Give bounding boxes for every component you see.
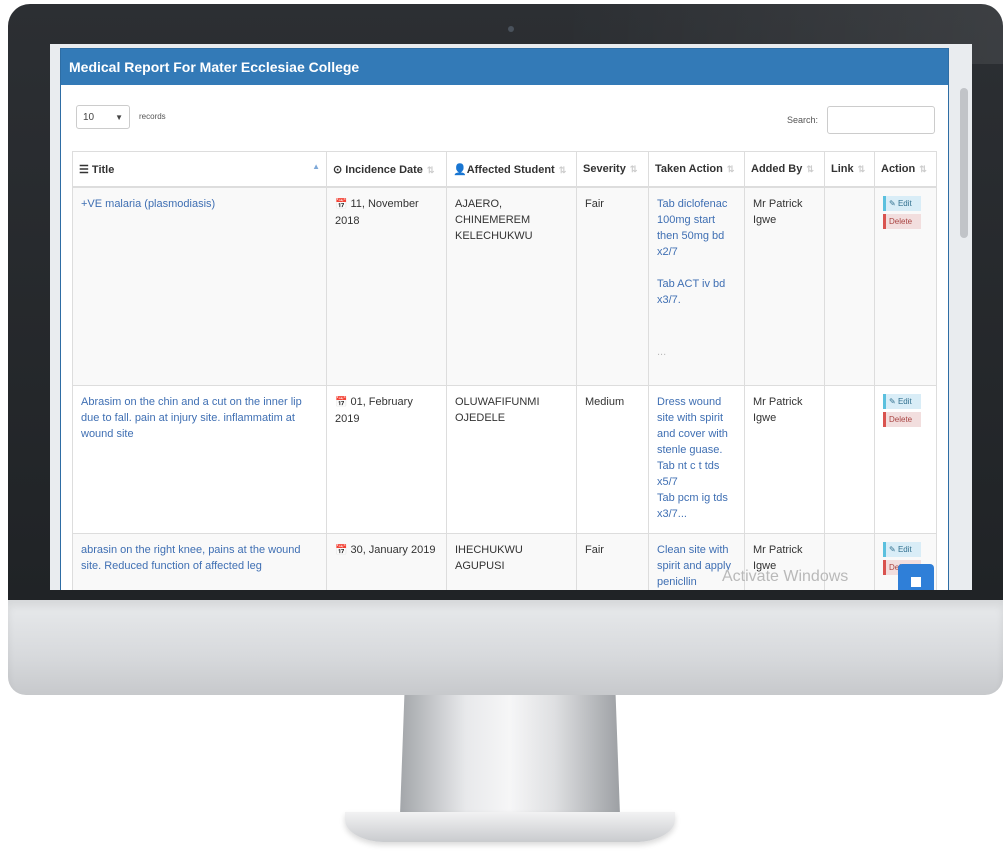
cell-title: +VE malaria (plasmodiasis)	[72, 186, 327, 386]
table-controls: 10 ▼ records Search:	[61, 85, 948, 147]
table-header-row: ☰ Title ▲ ⊙ Incidence Date ⇅ 👤Affected Stu…	[72, 151, 937, 188]
delete-button[interactable]: Delete	[883, 411, 921, 427]
action-text: Tab ACT iv bd x3/7.	[657, 278, 726, 306]
cell-severity: Medium	[576, 384, 649, 534]
cell-affected-student: IHECHUKWU AGUPUSI	[446, 532, 577, 590]
column-header-added-by[interactable]: Added By ⇅	[744, 151, 825, 188]
edit-button[interactable]: ✎ Edit	[883, 541, 921, 557]
chat-widget-button[interactable]	[898, 564, 934, 590]
cell-affected-student: OLUWAFIFUNMI OJEDELE	[446, 384, 577, 534]
column-header-link[interactable]: Link ⇅	[824, 151, 875, 188]
cell-severity: Fair	[576, 186, 649, 386]
panel-title: Medical Report For Mater Ecclesiae Colle…	[61, 49, 948, 85]
table-row: Abrasim on the chin and a cut on the inn…	[72, 384, 937, 534]
calendar-icon: 📅	[335, 396, 348, 408]
records-length-value: 10	[83, 112, 95, 123]
cell-incidence-date: 📅 11, November 2018	[326, 186, 447, 386]
cell-added-by: Mr Patrick Igwe	[744, 186, 825, 386]
edit-button[interactable]: ✎ Edit	[883, 196, 921, 211]
calendar-icon: 📅	[335, 544, 348, 556]
cell-link	[824, 186, 875, 386]
cell-link	[824, 384, 875, 534]
cell-actions: ✎ Edit Delete	[874, 384, 937, 534]
calendar-icon: 📅	[335, 199, 348, 210]
delete-button[interactable]: Delete	[883, 214, 921, 229]
search-label: Search:	[787, 115, 819, 125]
records-label: records	[139, 112, 166, 121]
table-row: +VE malaria (plasmodiasis) 📅 11, November…	[72, 186, 937, 386]
medical-report-panel: Medical Report For Mater Ecclesiae Colle…	[60, 48, 949, 590]
monitor-stand-base	[345, 812, 675, 842]
cell-incidence-date: 📅 01, February 2019	[326, 384, 447, 534]
column-header-action[interactable]: Action ⇅	[874, 151, 937, 188]
column-header-taken-action[interactable]: Taken Action ⇅	[648, 151, 745, 188]
action-text: Tab diclofenac 100mg start then 50mg bd …	[657, 198, 728, 258]
monitor-screen: Medical Report For Mater Ecclesiae Colle…	[50, 44, 972, 590]
monitor-chin	[8, 600, 1003, 695]
search-input[interactable]	[827, 106, 935, 134]
chat-icon	[911, 577, 921, 587]
activate-windows-watermark: Activate Windows	[722, 568, 849, 585]
sort-icon: ⇅	[806, 164, 814, 174]
user-icon: 👤	[453, 163, 467, 176]
vertical-scrollbar[interactable]	[960, 88, 968, 238]
cell-severity: Fair	[576, 532, 649, 590]
sort-icon: ⇅	[726, 164, 735, 174]
cell-taken-action: Tab diclofenac 100mg start then 50mg bd …	[648, 186, 745, 386]
monitor-stand-neck	[400, 695, 620, 815]
cell-affected-student: AJAERO, CHINEMEREM KELECHUKWU	[446, 186, 577, 386]
sort-icon: ⇅	[919, 164, 927, 174]
column-header-affected-student[interactable]: 👤Affected Student ⇅	[446, 151, 577, 188]
list-icon: ☰	[79, 163, 92, 176]
sort-icon: ⇅	[558, 164, 567, 175]
column-header-title[interactable]: ☰ Title ▲	[72, 151, 327, 188]
edit-button[interactable]: ✎ Edit	[883, 393, 921, 409]
action-text: Tab pcm ig tds x3/7...	[657, 491, 728, 520]
sort-icon: ⇅	[629, 164, 638, 174]
sort-icon: ⇅	[426, 164, 435, 175]
clock-icon: ⊙	[333, 163, 346, 176]
column-header-severity[interactable]: Severity ⇅	[576, 151, 649, 188]
cell-title: abrasin on the right knee, pains at the …	[72, 532, 327, 590]
medical-report-table: ☰ Title ▲ ⊙ Incidence Date ⇅ 👤Affected Stu…	[72, 151, 937, 590]
cell-actions: ✎ Edit Delete	[874, 186, 937, 386]
action-text: Dress wound site with spirit and cover w…	[657, 395, 728, 488]
cell-incidence-date: 📅 30, January 2019	[326, 532, 447, 590]
chevron-down-icon: ▼	[115, 113, 123, 122]
sort-icon: ⇅	[857, 164, 866, 174]
sort-asc-icon: ▲	[312, 162, 320, 171]
cell-added-by: Mr Patrick Igwe	[744, 384, 825, 534]
column-header-incidence-date[interactable]: ⊙ Incidence Date ⇅	[326, 151, 447, 188]
cell-title: Abrasim on the chin and a cut on the inn…	[72, 384, 327, 534]
records-length-select[interactable]: 10 ▼	[76, 105, 130, 129]
edit-icon: ✎	[889, 544, 896, 554]
edit-icon: ✎	[889, 199, 896, 208]
webcam	[508, 26, 514, 32]
edit-icon: ✎	[889, 396, 896, 406]
action-text-ellipsis: ...	[657, 346, 667, 358]
cell-taken-action: Dress wound site with spirit and cover w…	[648, 384, 745, 534]
